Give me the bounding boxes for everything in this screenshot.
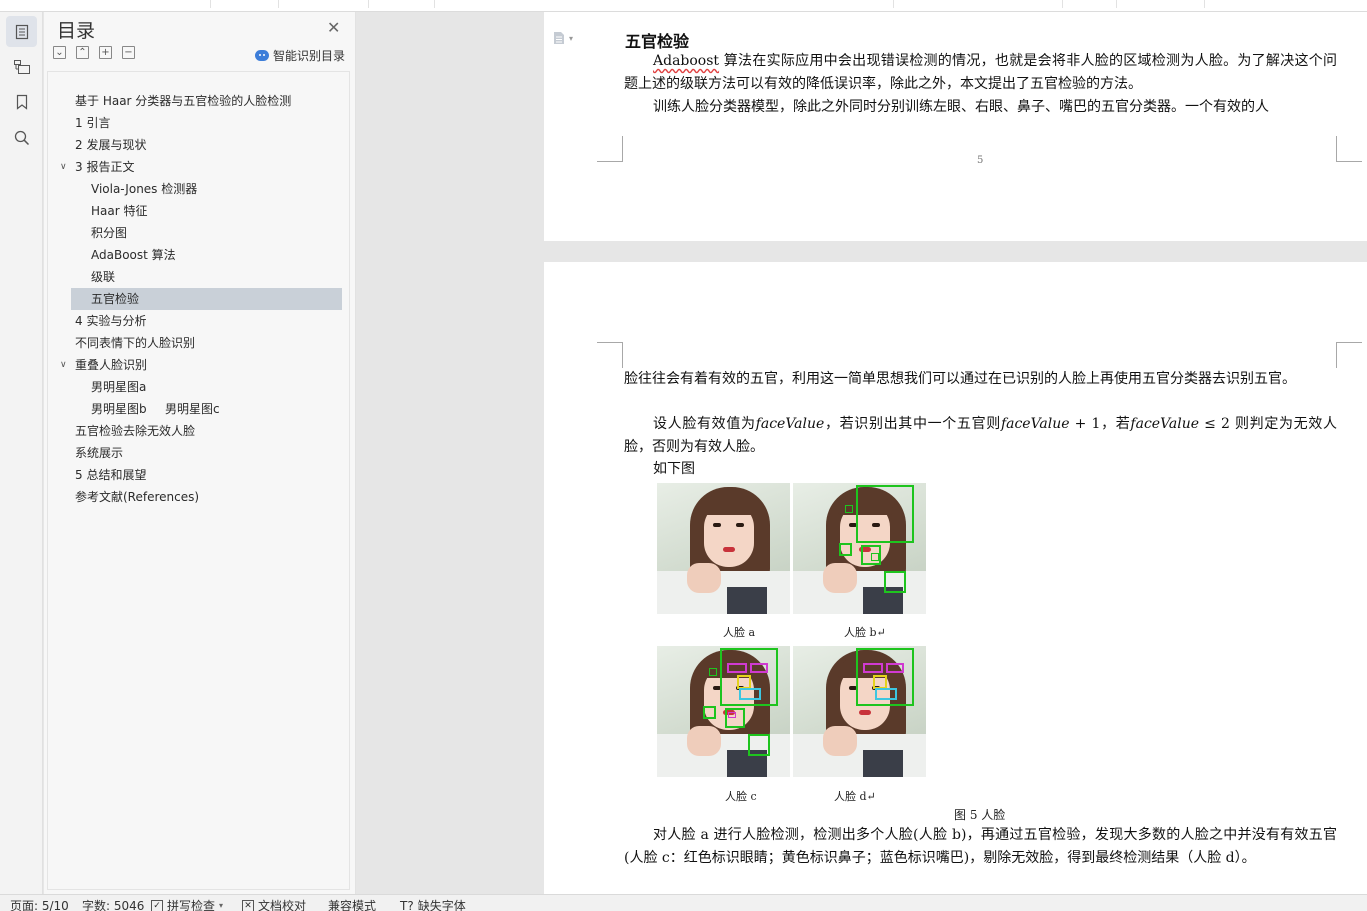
paragraph: 如下图 [653,461,695,477]
toc-toolbar: ⌄ ⌃ + − [53,46,145,62]
document-page: ▾ 五官检验 Adaboost 算法在实际应用中会出现错误检测的情况，也就是会将… [544,12,1367,241]
toc-list: 基于 Haar 分类器与五官检验的人脸检测 1 引言 2 发展与现状 ∨ 3 报… [47,71,350,890]
toc-item[interactable]: 五官检验去除无效人脸 [75,420,195,442]
chevron-down-icon[interactable]: ∨ [60,360,67,370]
smart-toc-button[interactable]: 智能识别目录 [255,46,345,64]
document-icon[interactable]: ▾ [552,31,573,45]
face-image-b [793,483,926,614]
toc-item[interactable]: 重叠人脸识别 [75,354,147,376]
image-caption: 人脸 d↵ [834,790,876,803]
toc-item[interactable]: 5 总结和展望 [75,464,146,486]
crop-mark [1336,136,1362,162]
paragraph: Adaboost 算法在实际应用中会出现错误检测的情况，也就是会将非人脸的区域检… [624,53,1337,92]
toc-item-selected[interactable]: 五官检验 [71,288,342,310]
toc-item[interactable]: 男明星图a [91,376,146,398]
canvas-background [357,12,544,894]
status-bar: 页面: 5/10 字数: 5046 ✓ 拼写检查 ▾ ✕ 文档校对 兼容模式 T… [0,894,1367,911]
chevron-down-icon[interactable]: ∨ [60,162,67,172]
page-number: 5 [977,155,984,166]
proofread-icon: ✕ [242,899,254,911]
close-icon[interactable]: ✕ [327,18,340,37]
compat-mode[interactable]: 兼容模式 [328,897,376,911]
toc-item[interactable]: 4 实验与分析 [75,310,146,332]
crop-mark [597,136,623,162]
figure-caption: 图 5 人脸 [954,808,1006,822]
crop-mark [1336,342,1362,368]
paragraph: 训练人脸分类器模型，除此之外同时分别训练左眼、右眼、鼻子、嘴巴的五官分类器。一个… [653,99,1269,115]
toc-item[interactable]: Haar 特征 [91,200,147,222]
proofread-button[interactable]: ✕ 文档校对 [242,897,306,911]
structure-icon[interactable] [6,51,37,82]
paragraph: 设人脸有效值为faceValue，若识别出其中一个五官则faceValue + … [624,416,1338,455]
section-heading: 五官检验 [625,32,690,51]
spellcheck-word[interactable]: Adaboost [653,53,719,69]
face-image-a [657,483,790,614]
toc-item[interactable]: 参考文献(References) [75,486,199,508]
toc-item[interactable]: Viola-Jones 检测器 [91,178,197,200]
collapse-all-icon[interactable]: ⌄ [53,46,66,59]
side-icon-rail [0,12,43,894]
bookmark-icon[interactable] [6,86,37,117]
toc-item[interactable]: 3 报告正文 [75,156,134,178]
face-image-c [657,646,790,777]
toc-item[interactable]: 男明星图b [91,398,147,420]
toc-item[interactable]: 不同表情下的人脸识别 [75,332,195,354]
add-icon[interactable]: + [99,46,112,59]
toc-item[interactable]: 积分图 [91,222,127,244]
toc-item[interactable]: 2 发展与现状 [75,134,146,156]
toc-panel: 目录 ✕ ⌄ ⌃ + − 智能识别目录 基于 Haar 分类器与五官检验的人脸检… [44,12,356,894]
font-icon: T? [400,898,414,911]
smart-toc-label: 智能识别目录 [273,48,346,63]
toc-item[interactable]: 男明星图c [165,398,220,420]
word-count[interactable]: 字数: 5046 [82,897,144,911]
toc-item[interactable]: 级联 [91,266,115,288]
document-page: 脸往往会有着有效的五官，利用这一简单思想我们可以通过在已识别的人脸上再使用五官分… [544,262,1367,894]
spellcheck-toggle[interactable]: ✓ 拼写检查 ▾ [151,897,223,911]
toc-item[interactable]: 基于 Haar 分类器与五官检验的人脸检测 [75,90,291,112]
image-caption: 人脸 b↵ [844,626,886,639]
toc-item[interactable]: AdaBoost 算法 [91,244,176,266]
checkbox-icon: ✓ [151,899,163,911]
missing-font-button[interactable]: T? 缺失字体 [400,897,466,911]
toc-title: 目录 [57,20,96,42]
page-indicator[interactable]: 页面: 5/10 [10,897,69,911]
paragraph: 脸往往会有着有效的五官，利用这一简单思想我们可以通过在已识别的人脸上再使用五官分… [624,371,1296,387]
image-caption: 人脸 c [725,790,757,803]
top-ruler [0,0,1367,12]
toc-icon[interactable] [6,16,37,47]
smart-toc-icon [255,49,269,61]
toc-item[interactable]: 1 引言 [75,112,110,134]
toc-item[interactable]: 系统展示 [75,442,123,464]
search-icon[interactable] [6,122,37,153]
crop-mark [597,342,623,368]
image-caption: 人脸 a [723,626,756,639]
paragraph: 对人脸 a 进行人脸检测，检测出多个人脸(人脸 b)，再通过五官检验，发现大多数… [624,827,1337,866]
remove-icon[interactable]: − [122,46,135,59]
expand-all-icon[interactable]: ⌃ [76,46,89,59]
face-image-d [793,646,926,777]
